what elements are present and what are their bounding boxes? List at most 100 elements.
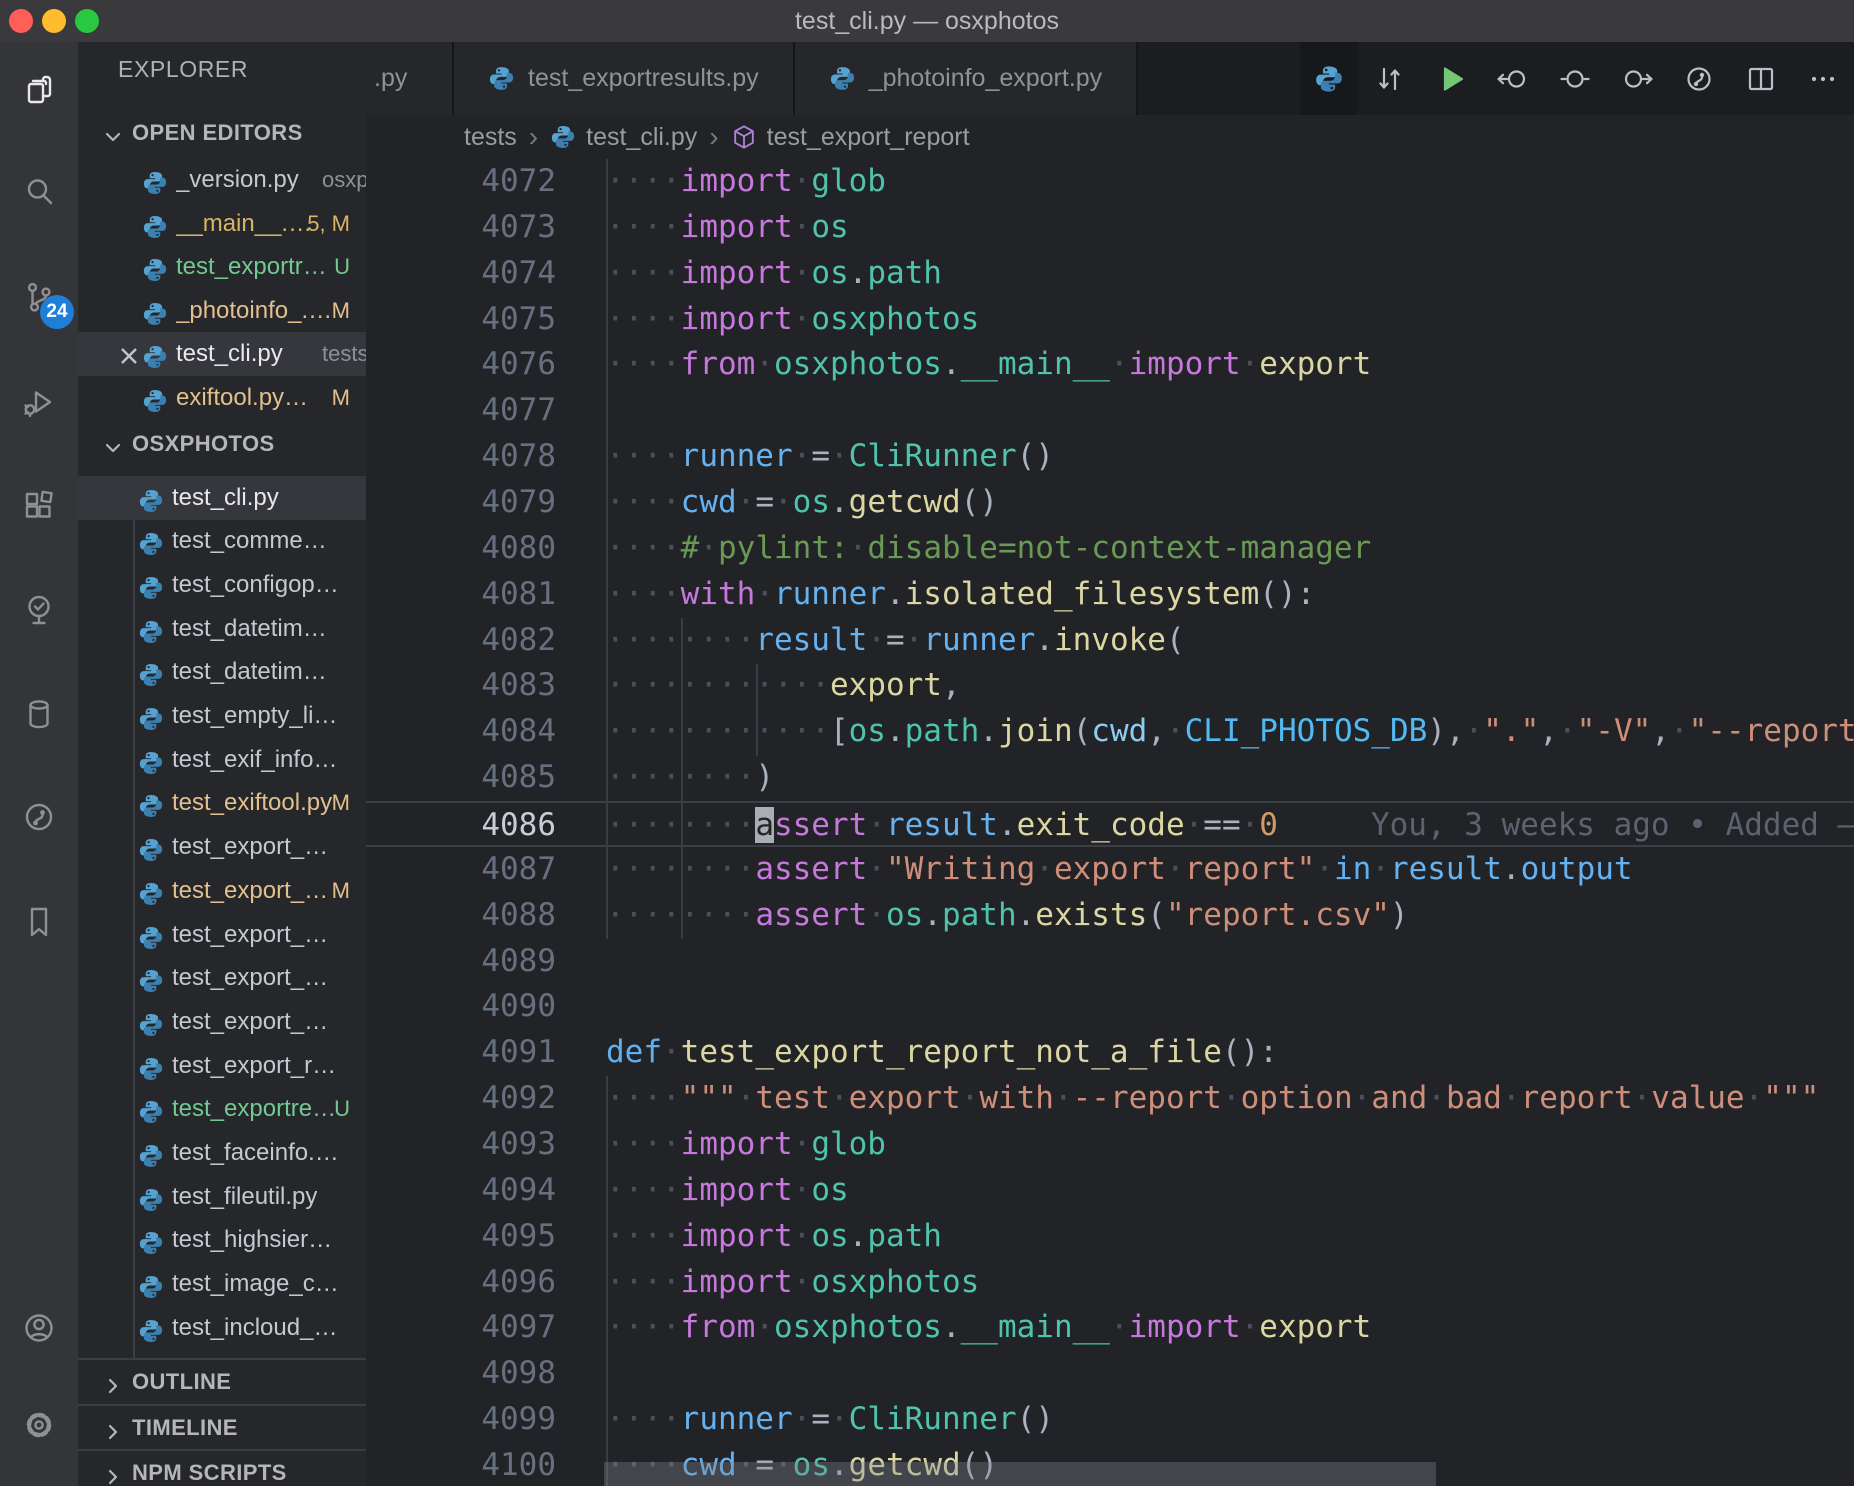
file-tree-item[interactable]: test_export_conver… <box>78 913 366 957</box>
file-tree-item[interactable]: test_faceinfo.py <box>78 1131 366 1175</box>
editor-tab[interactable]: test_exportresults.py <box>454 42 795 115</box>
code-line[interactable]: 4074····import·os.path <box>366 251 1854 297</box>
file-tree-item[interactable]: test_configoptions.… <box>78 563 366 607</box>
python-file-icon <box>138 1099 164 1125</box>
code-line[interactable]: 4073····import·os <box>366 205 1854 251</box>
file-tree-item[interactable]: test_incloud_catali… <box>78 1306 366 1350</box>
code-line[interactable]: 4088········assert·os.path.exists("repor… <box>366 893 1854 939</box>
open-editor-item[interactable]: exiftool.py…M <box>78 376 366 420</box>
editor-tab[interactable]: _photoinfo_export.py <box>795 42 1139 115</box>
open-editor-item[interactable]: test_cli.pytests <box>78 332 366 376</box>
file-tree-item[interactable]: test_export_c…M <box>78 869 366 913</box>
breadcrumb-item[interactable]: test_cli.py <box>550 123 697 152</box>
file-tree-item[interactable]: test_image_convert… <box>78 1262 366 1306</box>
split-editor-icon[interactable] <box>1730 42 1792 115</box>
code-line[interactable]: 4086········assert·result.exit_code·==·0… <box>366 801 1854 847</box>
breadcrumb-item[interactable]: tests <box>464 123 517 152</box>
open-editors-header[interactable]: OPEN EDITORS <box>78 111 366 155</box>
python-file-icon <box>138 1012 164 1038</box>
gitlens-icon[interactable] <box>21 799 57 835</box>
open-editor-item[interactable]: _version.pyosxp… <box>78 158 366 202</box>
file-tree-item[interactable]: test_exportres…U <box>78 1087 366 1131</box>
step-forward-icon[interactable] <box>1606 42 1668 115</box>
title-bar: test_cli.py — osxphotos <box>0 0 1854 42</box>
step-back-icon[interactable] <box>1482 42 1544 115</box>
code-line[interactable]: 4076····from·osxphotos.__main__·import·e… <box>366 342 1854 388</box>
horizontal-scrollbar[interactable] <box>604 1462 1436 1486</box>
explorer-icon[interactable] <box>21 72 57 108</box>
code-line[interactable]: 4095····import·os.path <box>366 1214 1854 1260</box>
database-icon[interactable] <box>21 696 57 732</box>
sidebar-title: EXPLORER <box>118 56 248 83</box>
editor-tab[interactable]: .py <box>366 42 454 115</box>
settings-gear-icon[interactable] <box>21 1407 57 1443</box>
chevron-down-icon <box>102 122 124 144</box>
file-tree-item[interactable]: test_datetime_form… <box>78 607 366 651</box>
bookmarks-icon[interactable] <box>21 904 57 940</box>
file-tree-item[interactable]: test_cli.py <box>78 476 366 520</box>
python-interpreter-icon[interactable] <box>1300 42 1358 115</box>
code-line[interactable]: 4097····from·osxphotos.__main__·import·e… <box>366 1305 1854 1351</box>
indent-guide <box>606 159 608 939</box>
open-editor-item[interactable]: _photoinfo_.…M <box>78 289 366 333</box>
code-line[interactable]: 4079····cwd·=·os.getcwd() <box>366 480 1854 526</box>
code-line[interactable]: 4077 <box>366 388 1854 434</box>
code-line[interactable]: 4091def·test_export_report_not_a_file(): <box>366 1030 1854 1076</box>
code-line[interactable]: 4094····import·os <box>366 1168 1854 1214</box>
python-file-icon <box>142 301 168 327</box>
code-line[interactable]: 4075····import·osxphotos <box>366 297 1854 343</box>
line-number: 4097 <box>366 1305 606 1351</box>
extensions-icon[interactable] <box>21 489 57 525</box>
test-tree-icon[interactable] <box>21 592 57 628</box>
code-line[interactable]: 4072····import·glob <box>366 159 1854 205</box>
file-tree-item[interactable]: test_highsierra.py <box>78 1218 366 1262</box>
breadcrumb-item[interactable]: test_export_report <box>731 123 970 152</box>
chevron-right-icon <box>102 1417 124 1439</box>
code-line[interactable]: 4090 <box>366 984 1854 1030</box>
sidebar-section-timeline[interactable]: TIMELINE <box>78 1404 366 1450</box>
file-tree-item[interactable]: test_datetime_utils.… <box>78 650 366 694</box>
close-icon[interactable] <box>116 340 142 366</box>
code-line[interactable]: 4085········) <box>366 755 1854 801</box>
code-line[interactable]: 4083············export, <box>366 663 1854 709</box>
code-line[interactable]: 4099····runner·=·CliRunner() <box>366 1397 1854 1443</box>
open-editor-item[interactable]: __main__.…5, M <box>78 202 366 246</box>
code-line[interactable]: 4089 <box>366 939 1854 985</box>
project-section-header[interactable]: OSXPHOTOS <box>78 422 366 466</box>
open-changes-icon[interactable] <box>1358 42 1420 115</box>
file-tree-item[interactable]: test_fileutil.py <box>78 1175 366 1219</box>
code-line[interactable]: 4096····import·osxphotos <box>366 1260 1854 1306</box>
breadcrumb[interactable]: tests›test_cli.py›test_export_report <box>366 115 1854 159</box>
run-debug-icon[interactable] <box>21 384 57 420</box>
code-line[interactable]: 4084············[os.path.join(cwd,·CLI_P… <box>366 709 1854 755</box>
more-actions-icon[interactable] <box>1792 42 1854 115</box>
git-status-badge: U <box>334 1087 350 1131</box>
file-tree-item[interactable]: test_exiftool.pyM <box>78 781 366 825</box>
sidebar-section-outline[interactable]: OUTLINE <box>78 1358 366 1404</box>
file-tree-item[interactable]: test_export_mojave… <box>78 1000 366 1044</box>
code-line[interactable]: 4081····with·runner.isolated_filesystem(… <box>366 572 1854 618</box>
code-line[interactable]: 4098 <box>366 1351 1854 1397</box>
open-editor-item[interactable]: test_exportr…U <box>78 245 366 289</box>
record-circle-icon[interactable] <box>1544 42 1606 115</box>
account-icon[interactable] <box>21 1310 57 1346</box>
code-line[interactable]: 4082········result·=·runner.invoke( <box>366 618 1854 664</box>
file-tree-item[interactable]: test_export_raw_ca… <box>78 1044 366 1088</box>
python-file-icon <box>138 1187 164 1213</box>
python-file-icon <box>138 1056 164 1082</box>
code-line[interactable]: 4078····runner·=·CliRunner() <box>366 434 1854 480</box>
code-line[interactable]: 4093····import·glob <box>366 1122 1854 1168</box>
file-tree-item[interactable]: test_exif_info.py <box>78 738 366 782</box>
file-tree-item[interactable]: test_comments.py <box>78 519 366 563</box>
run-python-file-icon[interactable] <box>1420 42 1482 115</box>
gitlens-toolbar-icon[interactable] <box>1668 42 1730 115</box>
code-line[interactable]: 4092····"""·test·export·with·--report·op… <box>366 1076 1854 1122</box>
file-tree-item[interactable]: test_export_catalin… <box>78 825 366 869</box>
symbol-cube-icon <box>731 124 757 150</box>
code-line[interactable]: 4087········assert·"Writing·export·repor… <box>366 847 1854 893</box>
code-line[interactable]: 4080····#·pylint:·disable=not-context-ma… <box>366 526 1854 572</box>
search-icon[interactable] <box>21 174 57 210</box>
sidebar-section-npm-scripts[interactable]: NPM SCRIPTS <box>78 1449 366 1486</box>
file-tree-item[interactable]: test_empty_library_… <box>78 694 366 738</box>
file-tree-item[interactable]: test_export_db.py <box>78 956 366 1000</box>
